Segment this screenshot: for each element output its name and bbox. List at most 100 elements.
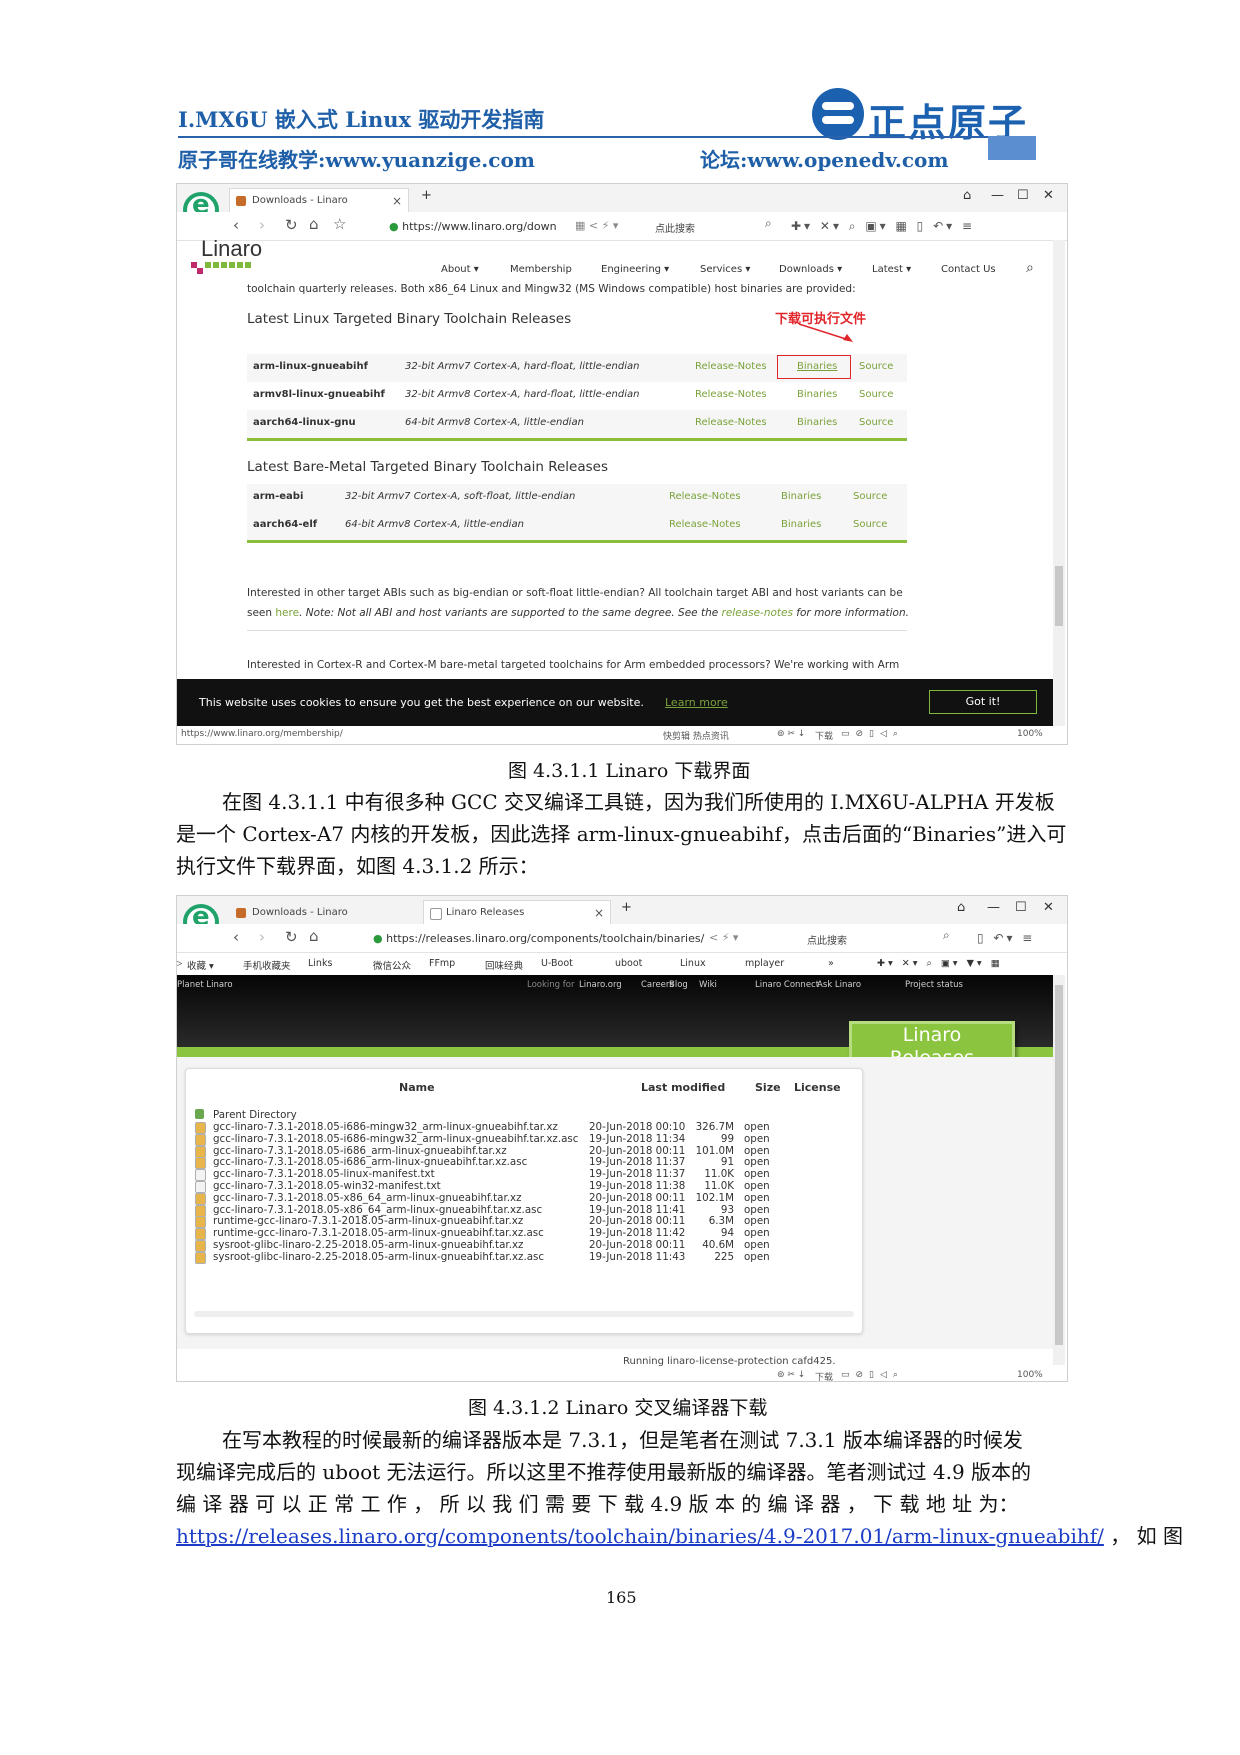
- horizontal-scrollbar[interactable]: [194, 1311, 854, 1317]
- scrollbar-thumb[interactable]: [1055, 566, 1063, 626]
- minimize-icon[interactable]: —: [991, 188, 1004, 203]
- status-download[interactable]: 下载: [815, 1370, 833, 1381]
- search-input[interactable]: 点此搜索: [807, 932, 847, 947]
- url-tools-icon[interactable]: ▦ < ⚡ ▾: [575, 219, 618, 232]
- source-link[interactable]: Source: [853, 512, 887, 538]
- binaries-link[interactable]: Binaries: [797, 410, 837, 436]
- bookmark-item[interactable]: FFmp: [429, 958, 455, 969]
- release-notes-link[interactable]: release-notes: [722, 607, 793, 619]
- header-link[interactable]: Blog: [669, 980, 688, 990]
- maximize-icon[interactable]: ☐: [1015, 900, 1027, 915]
- forward-icon[interactable]: ›: [259, 216, 265, 234]
- tab-downloads-linaro[interactable]: Downloads - Linaro ×: [229, 188, 409, 212]
- source-link[interactable]: Source: [859, 382, 893, 408]
- toolchain-4.9-link[interactable]: https://releases.linaro.org/components/t…: [176, 1524, 1104, 1548]
- bookmark-item[interactable]: uboot: [615, 958, 642, 969]
- home-icon[interactable]: ⌂: [309, 927, 319, 945]
- status-tools-icon[interactable]: ⊚ ✂ ↓: [777, 729, 805, 739]
- tab-downloads-linaro[interactable]: Downloads - Linaro: [229, 900, 409, 924]
- file-link[interactable]: sysroot-glibc-linaro-2.25-2018.05-arm-li…: [213, 1239, 523, 1251]
- col-size[interactable]: Size: [755, 1081, 781, 1094]
- got-it-button[interactable]: Got it!: [929, 690, 1037, 714]
- learn-more-link[interactable]: Learn more: [665, 696, 728, 709]
- search-icon[interactable]: ⌕: [765, 216, 772, 231]
- file-link[interactable]: gcc-linaro-7.3.1-2018.05-x86_64_arm-linu…: [213, 1192, 522, 1204]
- bookmark-item[interactable]: 微信公众: [373, 958, 411, 972]
- source-link[interactable]: Source: [859, 354, 893, 380]
- url-field[interactable]: ● https://releases.linaro.org/components…: [373, 932, 704, 945]
- source-link[interactable]: Source: [853, 484, 887, 510]
- header-link[interactable]: Project status: [905, 980, 963, 990]
- file-link[interactable]: gcc-linaro-7.3.1-2018.05-x86_64_arm-linu…: [213, 1204, 542, 1216]
- status-download[interactable]: 下载: [815, 729, 833, 742]
- page-scrollbar[interactable]: [1053, 975, 1065, 1365]
- zoom-level[interactable]: 100%: [1017, 729, 1043, 739]
- bookmark-forward-icon[interactable]: ▷: [177, 958, 182, 969]
- release-notes-link[interactable]: Release-Notes: [695, 354, 767, 380]
- header-link[interactable]: Linaro.org: [579, 980, 622, 990]
- nav-membership[interactable]: Membership: [510, 264, 572, 275]
- site-search-icon[interactable]: ⌕: [1026, 260, 1034, 276]
- file-link[interactable]: sysroot-glibc-linaro-2.25-2018.05-arm-li…: [213, 1251, 544, 1263]
- release-notes-link[interactable]: Release-Notes: [669, 484, 741, 510]
- page-scrollbar[interactable]: [1053, 240, 1065, 726]
- header-link[interactable]: Linaro Connect: [755, 980, 819, 990]
- header-link[interactable]: Ask Linaro: [817, 980, 861, 990]
- nav-contact[interactable]: Contact Us: [941, 264, 996, 275]
- bookmark-tools-icon[interactable]: ✚▾ ✕▾ ⌕ ▣▾ ▼▾ ▦: [877, 958, 1003, 969]
- bookmark-item[interactable]: mplayer: [745, 958, 784, 969]
- release-notes-link[interactable]: Release-Notes: [669, 512, 741, 538]
- back-icon[interactable]: ‹: [233, 216, 239, 234]
- close-tab-icon[interactable]: ×: [594, 901, 604, 925]
- bookmark-item[interactable]: U-Boot: [541, 958, 573, 969]
- file-link[interactable]: gcc-linaro-7.3.1-2018.05-linux-manifest.…: [213, 1168, 435, 1180]
- file-link[interactable]: gcc-linaro-7.3.1-2018.05-i686_arm-linux-…: [213, 1156, 527, 1168]
- close-tab-icon[interactable]: ×: [392, 189, 402, 213]
- toolbar-extensions-icon[interactable]: ✚▾ ✕▾ ⌕ ▣▾ ▦ ▯ ↶▾ ≡: [791, 219, 975, 234]
- status-news[interactable]: 快剪辑 热点资讯: [663, 729, 729, 742]
- home-icon[interactable]: ⌂: [309, 215, 319, 233]
- col-last-modified[interactable]: Last modified: [641, 1081, 725, 1094]
- url-tools-icon[interactable]: < ⚡ ▾: [709, 931, 738, 944]
- source-link[interactable]: Source: [859, 410, 893, 436]
- release-notes-link[interactable]: Release-Notes: [695, 410, 767, 436]
- skin-icon[interactable]: ⌂: [963, 188, 971, 203]
- binaries-link[interactable]: Binaries: [781, 484, 821, 510]
- file-link[interactable]: runtime-gcc-linaro-7.3.1-2018.05-arm-lin…: [213, 1215, 523, 1227]
- search-icon[interactable]: ⌕: [943, 928, 950, 943]
- new-tab-icon[interactable]: +: [421, 188, 432, 203]
- bookmark-item[interactable]: 回味经典: [485, 958, 523, 972]
- file-link[interactable]: gcc-linaro-7.3.1-2018.05-i686-mingw32_ar…: [213, 1133, 578, 1145]
- minimize-icon[interactable]: —: [987, 900, 1000, 915]
- file-link[interactable]: gcc-linaro-7.3.1-2018.05-i686-mingw32_ar…: [213, 1121, 558, 1133]
- bookmark-item[interactable]: 收藏 ▾: [187, 958, 214, 972]
- header-link[interactable]: Wiki: [699, 980, 717, 990]
- url-field[interactable]: ● https://www.linaro.org/down: [389, 220, 557, 233]
- nav-engineering[interactable]: Engineering ▾: [601, 264, 669, 275]
- zoom-level[interactable]: 100%: [1017, 1370, 1043, 1380]
- back-icon[interactable]: ‹: [233, 928, 239, 946]
- nav-about[interactable]: About ▾: [441, 264, 479, 275]
- nav-services[interactable]: Services ▾: [700, 264, 750, 275]
- bookmark-item[interactable]: Links: [308, 958, 332, 969]
- skin-icon[interactable]: ⌂: [957, 900, 965, 915]
- col-license[interactable]: License: [794, 1081, 841, 1094]
- status-misc-icon[interactable]: ▭⊘▯◁⌕: [841, 729, 904, 739]
- tab-linaro-releases[interactable]: Linaro Releases ×: [423, 900, 611, 924]
- parent-directory-link[interactable]: Parent Directory: [213, 1109, 297, 1121]
- close-window-icon[interactable]: ✕: [1043, 900, 1054, 915]
- search-input[interactable]: 点此搜索: [655, 220, 695, 235]
- bookmark-star-icon[interactable]: ☆: [333, 215, 346, 233]
- bookmark-item[interactable]: 手机收藏夹: [243, 958, 291, 972]
- linaro-site-logo[interactable]: Linaro: [201, 236, 262, 262]
- status-misc-icon[interactable]: ▭⊘▯◁⌕: [841, 1370, 904, 1380]
- header-link[interactable]: Planet Linaro: [177, 980, 233, 990]
- toolbar-menu-icon[interactable]: ▯ ↶▾ ≡: [977, 931, 1035, 945]
- here-link[interactable]: here: [275, 607, 299, 619]
- bookmark-item[interactable]: »: [828, 958, 834, 969]
- binaries-link[interactable]: Binaries: [797, 382, 837, 408]
- refresh-icon[interactable]: ↻: [285, 216, 298, 234]
- nav-latest[interactable]: Latest ▾: [872, 264, 911, 275]
- file-link[interactable]: gcc-linaro-7.3.1-2018.05-win32-manifest.…: [213, 1180, 441, 1192]
- close-window-icon[interactable]: ✕: [1043, 188, 1054, 203]
